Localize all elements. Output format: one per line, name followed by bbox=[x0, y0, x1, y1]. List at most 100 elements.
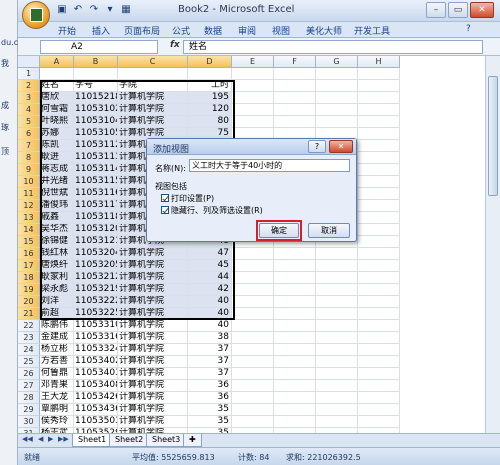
cell-g19[interactable] bbox=[316, 284, 358, 296]
cell-c2[interactable]: 学院 bbox=[118, 80, 188, 92]
cell-a23[interactable]: 金建成 bbox=[40, 332, 74, 344]
cell-h11[interactable] bbox=[358, 188, 400, 200]
cell-a14[interactable]: 吴华杰 bbox=[40, 224, 74, 236]
row-header[interactable]: 8 bbox=[18, 152, 40, 164]
cell-g30[interactable] bbox=[316, 416, 358, 428]
cell-b29[interactable]: 11053436 bbox=[74, 404, 118, 416]
cell-d23[interactable]: 38 bbox=[188, 332, 232, 344]
row-header[interactable]: 6 bbox=[18, 128, 40, 140]
select-all-corner[interactable] bbox=[18, 56, 40, 68]
tab-page-layout[interactable]: 页面布局 bbox=[124, 24, 160, 37]
cell-g22[interactable] bbox=[316, 320, 358, 332]
cell-a12[interactable]: 潘俊玮 bbox=[40, 200, 74, 212]
cell-a30[interactable]: 侯秀玲 bbox=[40, 416, 74, 428]
row-header[interactable]: 23 bbox=[18, 332, 40, 344]
cell-b4[interactable]: 11053102 bbox=[74, 104, 118, 116]
cell-d29[interactable]: 35 bbox=[188, 404, 232, 416]
cell-h14[interactable] bbox=[358, 224, 400, 236]
cell-e5[interactable] bbox=[232, 116, 274, 128]
sheet-tab-1[interactable]: Sheet1 bbox=[72, 434, 113, 447]
cell-a17[interactable]: 唐焕纤 bbox=[40, 260, 74, 272]
column-header-f[interactable]: F bbox=[274, 56, 316, 68]
cell-e25[interactable] bbox=[232, 356, 274, 368]
cell-f18[interactable] bbox=[274, 272, 316, 284]
tab-formulas[interactable]: 公式 bbox=[172, 24, 190, 37]
cell-h23[interactable] bbox=[358, 332, 400, 344]
row-header[interactable]: 25 bbox=[18, 356, 40, 368]
cell-d21[interactable]: 40 bbox=[188, 308, 232, 320]
cell-a4[interactable]: 何雪霜 bbox=[40, 104, 74, 116]
cell-c27[interactable]: 计算机学院 bbox=[118, 380, 188, 392]
view-name-input[interactable]: 义工时大于等于40小时的 bbox=[189, 159, 350, 172]
cell-b9[interactable]: 11053114 bbox=[74, 164, 118, 176]
cell-g4[interactable] bbox=[316, 104, 358, 116]
row-header[interactable]: 4 bbox=[18, 104, 40, 116]
cell-a28[interactable]: 王大龙 bbox=[40, 392, 74, 404]
cell-g27[interactable] bbox=[316, 380, 358, 392]
cell-h1[interactable] bbox=[358, 68, 400, 80]
cell-h15[interactable] bbox=[358, 236, 400, 248]
row-header[interactable]: 5 bbox=[18, 116, 40, 128]
vertical-scrollbar[interactable] bbox=[485, 56, 500, 433]
cell-h3[interactable] bbox=[358, 92, 400, 104]
row-header[interactable]: 13 bbox=[18, 212, 40, 224]
cell-f30[interactable] bbox=[274, 416, 316, 428]
cell-g1[interactable] bbox=[316, 68, 358, 80]
cell-f26[interactable] bbox=[274, 368, 316, 380]
cell-d16[interactable]: 47 bbox=[188, 248, 232, 260]
prev-sheet-icon[interactable]: ◀ bbox=[38, 435, 43, 443]
cell-a15[interactable]: 徐锦健 bbox=[40, 236, 74, 248]
cell-b10[interactable]: 11053115 bbox=[74, 176, 118, 188]
cell-h4[interactable] bbox=[358, 104, 400, 116]
scroll-thumb[interactable] bbox=[488, 76, 498, 196]
cell-a13[interactable]: 戚鑫 bbox=[40, 212, 74, 224]
cell-d1[interactable] bbox=[188, 68, 232, 80]
cell-a26[interactable]: 何鲁鼎 bbox=[40, 368, 74, 380]
close-icon[interactable]: ✕ bbox=[470, 2, 494, 18]
cell-b2[interactable]: 学号 bbox=[74, 80, 118, 92]
cell-a18[interactable]: 耿家利 bbox=[40, 272, 74, 284]
cell-a25[interactable]: 方若善 bbox=[40, 356, 74, 368]
cell-a1[interactable] bbox=[40, 68, 74, 80]
cell-f23[interactable] bbox=[274, 332, 316, 344]
cell-h30[interactable] bbox=[358, 416, 400, 428]
row-header[interactable]: 14 bbox=[18, 224, 40, 236]
cell-c23[interactable]: 计算机学院 bbox=[118, 332, 188, 344]
cell-c18[interactable]: 计算机学院 bbox=[118, 272, 188, 284]
cell-d22[interactable]: 40 bbox=[188, 320, 232, 332]
dialog-help-icon[interactable]: ? bbox=[308, 140, 326, 153]
cell-c4[interactable]: 计算机学院 bbox=[118, 104, 188, 116]
row-header[interactable]: 1 bbox=[18, 68, 40, 80]
cell-e3[interactable] bbox=[232, 92, 274, 104]
cell-a22[interactable]: 陈鹏伟 bbox=[40, 320, 74, 332]
cell-h26[interactable] bbox=[358, 368, 400, 380]
cell-b7[interactable]: 11053112 bbox=[74, 140, 118, 152]
cell-a24[interactable]: 杨立彬 bbox=[40, 344, 74, 356]
cell-a20[interactable]: 刘洋 bbox=[40, 296, 74, 308]
cell-d3[interactable]: 195 bbox=[188, 92, 232, 104]
cell-d5[interactable]: 80 bbox=[188, 116, 232, 128]
formula-input[interactable]: 姓名 bbox=[183, 40, 483, 54]
cell-c17[interactable]: 计算机学院 bbox=[118, 260, 188, 272]
cell-d20[interactable]: 40 bbox=[188, 296, 232, 308]
cell-c1[interactable] bbox=[118, 68, 188, 80]
cell-e2[interactable] bbox=[232, 80, 274, 92]
redo-icon[interactable]: ↷ bbox=[88, 4, 100, 16]
cell-a7[interactable]: 陈凯 bbox=[40, 140, 74, 152]
cancel-button[interactable]: 取消 bbox=[308, 223, 350, 238]
fx-icon[interactable]: fx bbox=[170, 40, 180, 50]
cell-g2[interactable] bbox=[316, 80, 358, 92]
row-header[interactable]: 30 bbox=[18, 416, 40, 428]
name-box[interactable]: A2 bbox=[40, 40, 158, 54]
row-header[interactable]: 19 bbox=[18, 284, 40, 296]
cell-f2[interactable] bbox=[274, 80, 316, 92]
office-button[interactable] bbox=[22, 1, 50, 29]
cell-h12[interactable] bbox=[358, 200, 400, 212]
cell-h18[interactable] bbox=[358, 272, 400, 284]
cell-h5[interactable] bbox=[358, 116, 400, 128]
save-icon[interactable]: ▣ bbox=[56, 4, 68, 16]
tab-insert[interactable]: 插入 bbox=[92, 24, 110, 37]
cell-h19[interactable] bbox=[358, 284, 400, 296]
cell-h13[interactable] bbox=[358, 212, 400, 224]
help-icon[interactable]: ? bbox=[466, 24, 471, 34]
